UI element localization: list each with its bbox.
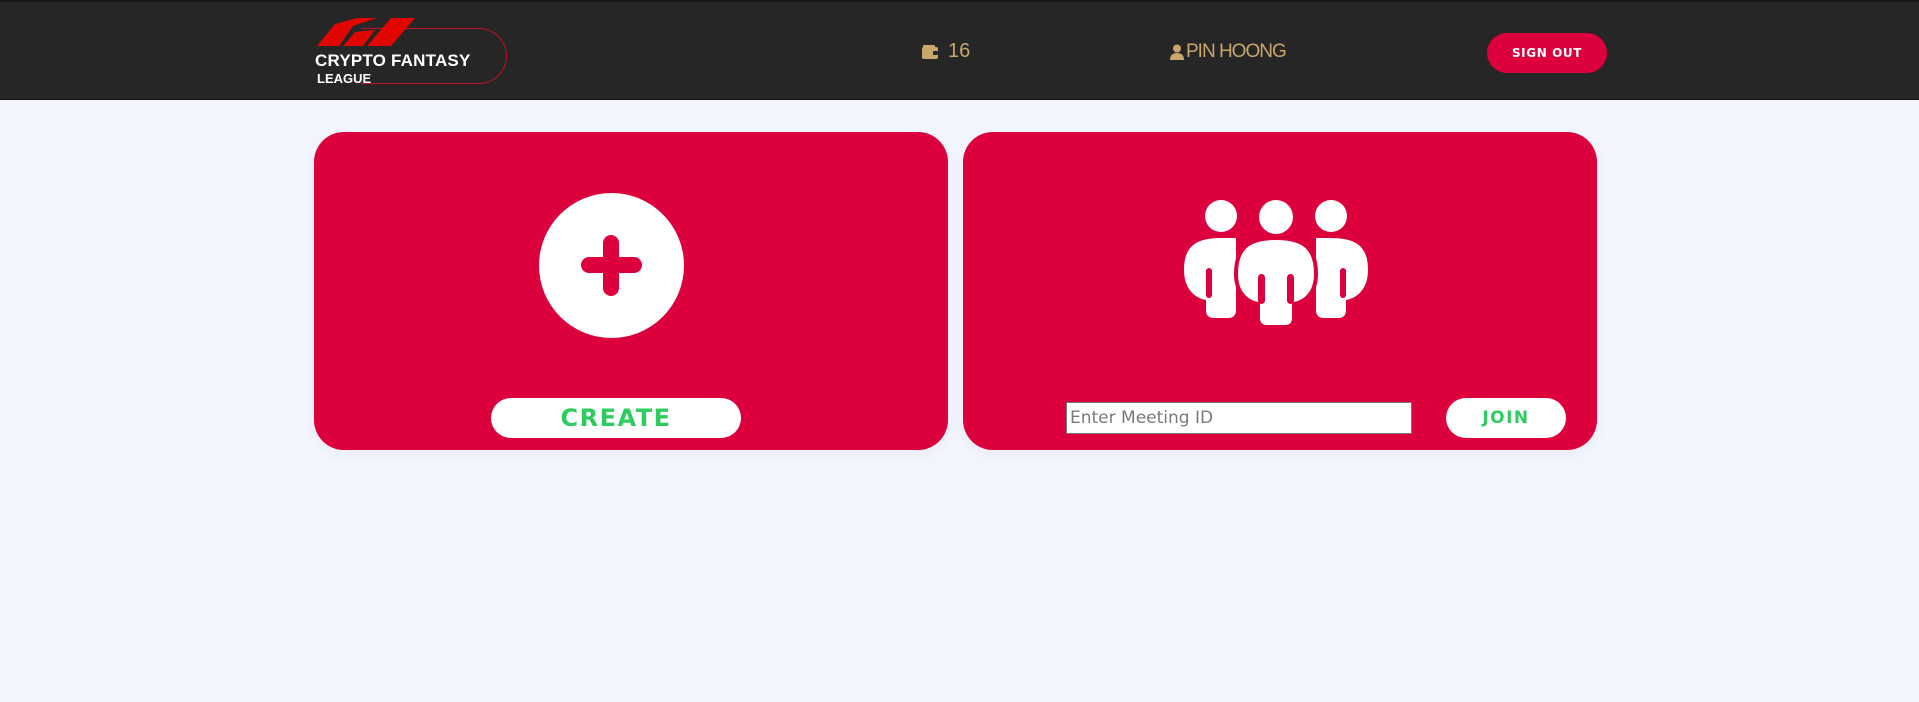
- join-button[interactable]: JOIN: [1446, 398, 1566, 438]
- logo-text-line2: LEAGUE: [317, 71, 372, 86]
- user-name: PIN HOONG: [1186, 41, 1287, 62]
- create-button[interactable]: CREATE: [491, 398, 741, 438]
- top-navbar: CRYPTO FANTASY LEAGUE 16 PIN HOONG SIGN …: [0, 0, 1919, 100]
- wallet-balance: 16: [922, 40, 970, 63]
- group-icon: [1184, 200, 1368, 329]
- sign-out-button[interactable]: SIGN OUT: [1487, 33, 1607, 73]
- app-logo[interactable]: CRYPTO FANTASY LEAGUE: [313, 18, 508, 86]
- join-meeting-card: JOIN: [963, 132, 1597, 450]
- wallet-icon: [922, 44, 938, 59]
- user-profile[interactable]: PIN HOONG: [1170, 41, 1287, 63]
- plus-icon[interactable]: [539, 193, 684, 338]
- f1-logo-icon: [317, 18, 415, 46]
- wallet-balance-value: 16: [948, 40, 971, 62]
- logo-text-line1: CRYPTO FANTASY: [315, 51, 471, 70]
- user-icon: [1170, 44, 1184, 60]
- create-meeting-card: CREATE: [314, 132, 948, 450]
- meeting-id-input[interactable]: [1066, 402, 1412, 434]
